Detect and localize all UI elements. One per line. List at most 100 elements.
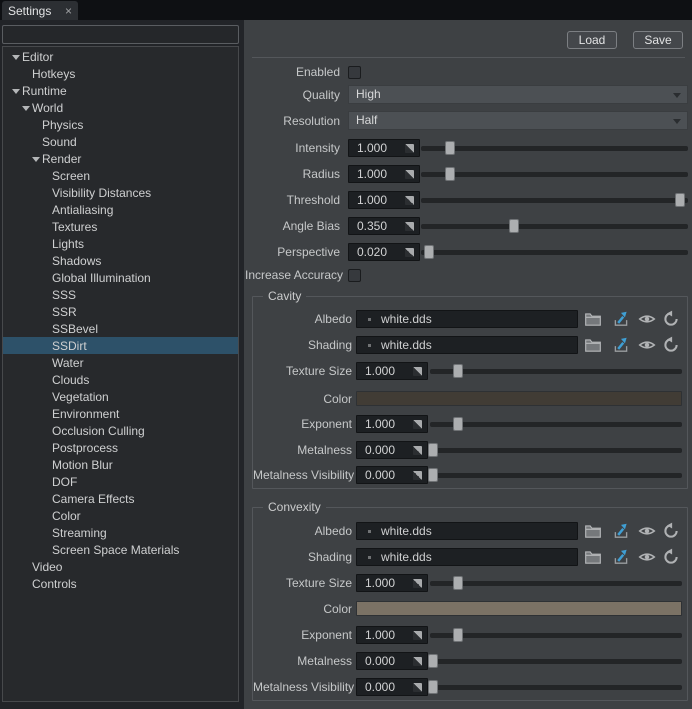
drag-diagonal-icon[interactable] xyxy=(405,222,414,231)
threshold-input[interactable] xyxy=(349,193,405,207)
folder-icon[interactable] xyxy=(584,522,602,540)
triangle-down-icon[interactable] xyxy=(21,102,32,113)
tree-item-hotkeys[interactable]: Hotkeys xyxy=(3,65,238,82)
tree-item-physics[interactable]: Physics xyxy=(3,116,238,133)
convexity-exponent-spinbox[interactable] xyxy=(356,626,428,644)
tree-item-postprocess[interactable]: Postprocess xyxy=(3,439,238,456)
tree-item-environment[interactable]: Environment xyxy=(3,405,238,422)
tree-item-screen-space-materials[interactable]: Screen Space Materials xyxy=(3,541,238,558)
convexity-shading-field[interactable]: white.dds xyxy=(356,548,578,566)
cavity-texture-size-spinbox[interactable] xyxy=(356,362,428,380)
slider-handle[interactable] xyxy=(428,468,438,482)
triangle-down-icon[interactable] xyxy=(11,51,22,62)
search-input[interactable] xyxy=(2,25,239,44)
slider-handle[interactable] xyxy=(453,364,463,378)
tree-item-lights[interactable]: Lights xyxy=(3,235,238,252)
reset-icon[interactable] xyxy=(662,522,680,540)
slider-handle[interactable] xyxy=(428,680,438,694)
close-icon[interactable]: × xyxy=(65,5,72,17)
tree-item-editor[interactable]: Editor xyxy=(3,48,238,65)
tree-item-textures[interactable]: Textures xyxy=(3,218,238,235)
intensity-input[interactable] xyxy=(349,141,405,155)
tree-item-antialiasing[interactable]: Antialiasing xyxy=(3,201,238,218)
convexity-albedo-field[interactable]: white.dds xyxy=(356,522,578,540)
triangle-down-icon[interactable] xyxy=(31,153,42,164)
angle-bias-spinbox[interactable] xyxy=(348,217,420,235)
cavity-exponent-slider[interactable] xyxy=(430,422,682,427)
tree-item-occlusion-culling[interactable]: Occlusion Culling xyxy=(3,422,238,439)
drag-diagonal-icon[interactable] xyxy=(405,144,414,153)
drag-diagonal-icon[interactable] xyxy=(413,446,422,455)
eye-icon[interactable] xyxy=(638,522,656,540)
tree-item-ssr[interactable]: SSR xyxy=(3,303,238,320)
drag-diagonal-icon[interactable] xyxy=(413,631,422,640)
eye-icon[interactable] xyxy=(638,310,656,328)
perspective-spinbox[interactable] xyxy=(348,243,420,261)
drag-diagonal-icon[interactable] xyxy=(405,248,414,257)
slider-handle[interactable] xyxy=(453,628,463,642)
slider-handle[interactable] xyxy=(453,417,463,431)
cavity-metalness-spinbox[interactable] xyxy=(356,441,428,459)
convexity-exponent-input[interactable] xyxy=(357,628,413,642)
slider-handle[interactable] xyxy=(445,141,455,155)
radius-input[interactable] xyxy=(349,167,405,181)
load-button[interactable]: Load xyxy=(567,31,617,49)
tree-item-render[interactable]: Render xyxy=(3,150,238,167)
import-arrow-icon[interactable] xyxy=(612,548,630,566)
cavity-metalness-input[interactable] xyxy=(357,443,413,457)
slider-handle[interactable] xyxy=(509,219,519,233)
threshold-slider[interactable] xyxy=(421,198,688,203)
cavity-metalness-visibility-input[interactable] xyxy=(357,468,413,482)
threshold-spinbox[interactable] xyxy=(348,191,420,209)
import-arrow-icon[interactable] xyxy=(612,522,630,540)
cavity-texture-size-slider[interactable] xyxy=(430,369,682,374)
convexity-texture-size-input[interactable] xyxy=(357,576,413,590)
reset-icon[interactable] xyxy=(662,548,680,566)
drag-diagonal-icon[interactable] xyxy=(413,471,422,480)
radius-slider[interactable] xyxy=(421,172,688,177)
folder-icon[interactable] xyxy=(584,336,602,354)
slider-handle[interactable] xyxy=(428,654,438,668)
convexity-metalness-visibility-slider[interactable] xyxy=(430,685,682,690)
intensity-spinbox[interactable] xyxy=(348,139,420,157)
cavity-metalness-visibility-spinbox[interactable] xyxy=(356,466,428,484)
angle-bias-input[interactable] xyxy=(349,219,405,233)
cavity-albedo-field[interactable]: white.dds xyxy=(356,310,578,328)
eye-icon[interactable] xyxy=(638,336,656,354)
tree-item-water[interactable]: Water xyxy=(3,354,238,371)
drag-diagonal-icon[interactable] xyxy=(413,420,422,429)
cavity-shading-field[interactable]: white.dds xyxy=(356,336,578,354)
tree-item-streaming[interactable]: Streaming xyxy=(3,524,238,541)
tree-item-global-illumination[interactable]: Global Illumination xyxy=(3,269,238,286)
slider-handle[interactable] xyxy=(428,443,438,457)
convexity-metalness-input[interactable] xyxy=(357,654,413,668)
convexity-color-swatch[interactable] xyxy=(356,601,682,616)
drag-diagonal-icon[interactable] xyxy=(413,367,422,376)
folder-icon[interactable] xyxy=(584,310,602,328)
convexity-metalness-spinbox[interactable] xyxy=(356,652,428,670)
enabled-checkbox[interactable] xyxy=(348,66,361,79)
save-button[interactable]: Save xyxy=(633,31,683,49)
tree-item-sound[interactable]: Sound xyxy=(3,133,238,150)
tree-item-vegetation[interactable]: Vegetation xyxy=(3,388,238,405)
angle-bias-slider[interactable] xyxy=(421,224,688,229)
perspective-input[interactable] xyxy=(349,245,405,259)
convexity-exponent-slider[interactable] xyxy=(430,633,682,638)
resolution-dropdown[interactable]: Half xyxy=(348,111,688,130)
drag-diagonal-icon[interactable] xyxy=(413,683,422,692)
cavity-exponent-input[interactable] xyxy=(357,417,413,431)
slider-handle[interactable] xyxy=(453,576,463,590)
tree-item-video[interactable]: Video xyxy=(3,558,238,575)
reset-icon[interactable] xyxy=(662,336,680,354)
tree-item-clouds[interactable]: Clouds xyxy=(3,371,238,388)
tree-item-world[interactable]: World xyxy=(3,99,238,116)
drag-diagonal-icon[interactable] xyxy=(413,579,422,588)
import-arrow-icon[interactable] xyxy=(612,310,630,328)
convexity-metalness-visibility-input[interactable] xyxy=(357,680,413,694)
eye-icon[interactable] xyxy=(638,548,656,566)
reset-icon[interactable] xyxy=(662,310,680,328)
tree-item-ssdirt[interactable]: SSDirt xyxy=(3,337,238,354)
tree-item-motion-blur[interactable]: Motion Blur xyxy=(3,456,238,473)
drag-diagonal-icon[interactable] xyxy=(413,657,422,666)
cavity-texture-size-input[interactable] xyxy=(357,364,413,378)
